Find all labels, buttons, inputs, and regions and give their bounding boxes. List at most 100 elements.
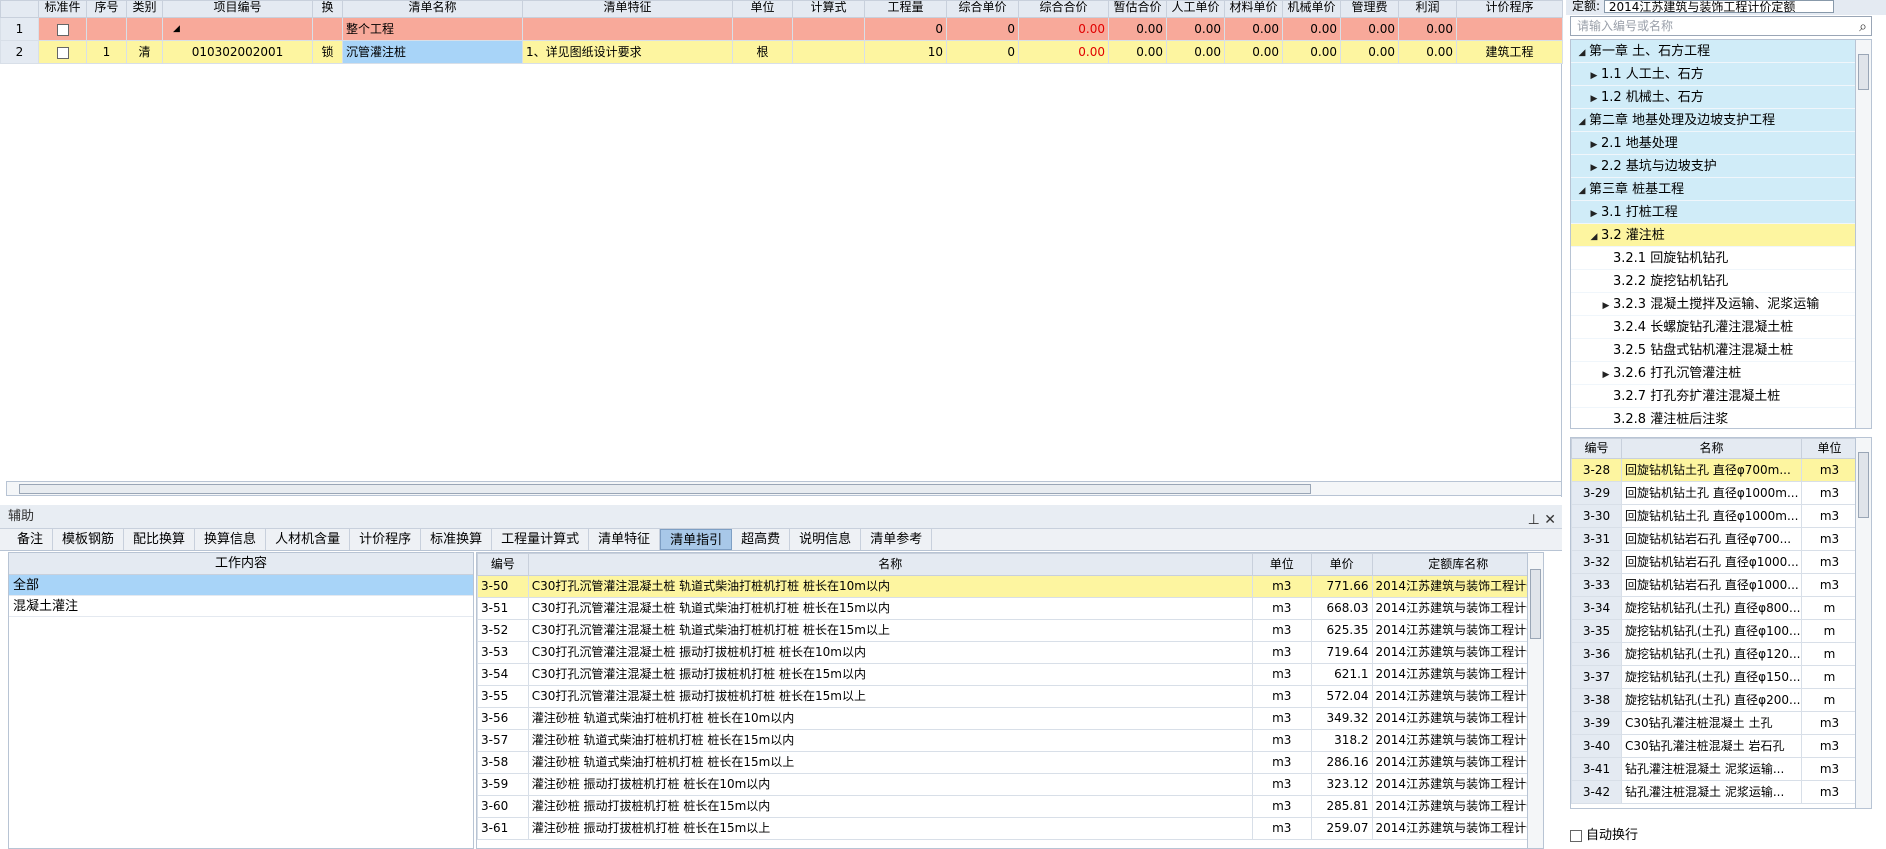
quota-col-header[interactable]: 编号	[1571, 438, 1622, 459]
aux-tab-9[interactable]: 清单指引	[660, 529, 733, 550]
guide-cell-unit[interactable]: m3	[1251, 773, 1312, 796]
tree-node[interactable]: ▶ 1.2 机械土、石方	[1571, 86, 1871, 109]
guide-col-header[interactable]: 编号	[477, 553, 529, 576]
col-header-1[interactable]: 标准件	[38, 0, 87, 18]
guide-row[interactable]: 3-52 C30打孔沉管灌注混凝土桩 轨道式柴油打桩机打桩 桩长在15m以上 m3 6…	[477, 619, 1543, 642]
cell-mgmt[interactable]: 0.00	[1340, 17, 1399, 41]
guide-cell-lib[interactable]: 2014江苏建筑与装饰工程计价...	[1371, 619, 1543, 642]
auto-wrap-checkbox[interactable]	[1570, 829, 1582, 842]
guide-cell-price[interactable]: 771.66	[1310, 575, 1373, 598]
expand-arrow-icon[interactable]: ▶	[1587, 203, 1601, 223]
quota-row[interactable]: 3-40 C30钻孔灌注桩混凝土 岩石孔 m3	[1571, 734, 1858, 758]
cell-qty[interactable]: 10	[864, 40, 947, 64]
collapse-arrow-icon[interactable]: ◢	[1575, 180, 1589, 200]
quota-row[interactable]: 3-29 回旋钻机钻土孔 直径φ1000m... m3	[1571, 481, 1858, 505]
tree-node[interactable]: ◢ 第三章 桩基工程	[1571, 178, 1871, 201]
guide-cell-code[interactable]: 3-59	[477, 773, 529, 796]
expand-arrow-icon[interactable]: ▶	[1587, 88, 1601, 108]
quota-name[interactable]: C30钻孔灌注桩混凝土 土孔	[1621, 711, 1802, 735]
quota-unit[interactable]: m3	[1801, 481, 1858, 505]
standard-part-checkbox[interactable]	[56, 46, 69, 59]
aux-tab-8[interactable]: 清单特征	[589, 529, 661, 550]
quota-row[interactable]: 3-34 旋挖钻机钻孔(土孔) 直径φ800... m	[1571, 596, 1858, 620]
search-icon[interactable]: ⌕	[1859, 18, 1867, 36]
cell-code[interactable]: 010302002001	[162, 40, 313, 64]
quota-name[interactable]: 旋挖钻机钻孔(土孔) 直径φ200...	[1621, 688, 1802, 712]
aux-tab-5[interactable]: 计价程序	[350, 529, 422, 550]
quota-list-scrollbar[interactable]	[1855, 438, 1871, 808]
col-header-9[interactable]: 计算式	[792, 0, 865, 18]
col-header-11[interactable]: 综合单价	[946, 0, 1019, 18]
collapse-arrow-icon[interactable]: ◢	[1587, 226, 1601, 246]
quota-code[interactable]: 3-28	[1571, 458, 1622, 482]
cell-feature[interactable]	[522, 17, 733, 41]
guide-col-header[interactable]: 定额库名称	[1371, 553, 1543, 576]
quota-row[interactable]: 3-35 旋挖钻机钻孔(土孔) 直径φ100... m	[1571, 619, 1858, 643]
tree-node[interactable]: ▶ 2.1 地基处理	[1571, 132, 1871, 155]
quota-row[interactable]: 3-36 旋挖钻机钻孔(土孔) 直径φ120... m	[1571, 642, 1858, 666]
quota-row[interactable]: 3-32 回旋钻机钻岩石孔 直径φ1000... m3	[1571, 550, 1858, 574]
quota-name[interactable]: 回旋钻机钻土孔 直径φ1000m...	[1621, 504, 1802, 528]
quota-row[interactable]: 3-31 回旋钻机钻岩石孔 直径φ700... m3	[1571, 527, 1858, 551]
guide-cell-lib[interactable]: 2014江苏建筑与装饰工程计价...	[1371, 795, 1543, 818]
scroll-thumb[interactable]	[1530, 569, 1541, 639]
guide-row[interactable]: 3-50 C30打孔沉管灌注混凝土桩 轨道式柴油打桩机打桩 桩长在10m以内 m3 7…	[477, 575, 1543, 598]
collapse-arrow-icon[interactable]: ◢	[1575, 42, 1589, 62]
quota-code[interactable]: 3-32	[1571, 550, 1622, 574]
guide-cell-price[interactable]: 625.35	[1310, 619, 1373, 642]
tree-node[interactable]: 3.2.8 灌注桩后注浆	[1571, 408, 1871, 428]
aux-tab-3[interactable]: 换算信息	[195, 529, 267, 550]
expand-arrow-icon[interactable]: ▶	[1587, 157, 1601, 177]
guide-col-header[interactable]: 名称	[527, 553, 1253, 576]
guide-cell-price[interactable]: 259.07	[1310, 817, 1373, 840]
quota-col-header[interactable]: 单位	[1801, 438, 1858, 459]
cell-profit[interactable]: 0.00	[1398, 17, 1457, 41]
guide-cell-lib[interactable]: 2014江苏建筑与装饰工程计价...	[1371, 597, 1543, 620]
guide-cell-price[interactable]: 318.2	[1310, 729, 1373, 752]
guide-cell-name[interactable]: C30打孔沉管灌注混凝土桩 轨道式柴油打桩机打桩 桩长在10m以内	[527, 575, 1253, 598]
tree-node[interactable]: 3.2.5 钻盘式钻机灌注混凝土桩	[1571, 339, 1871, 362]
col-header-18[interactable]: 利润	[1398, 0, 1457, 18]
col-header-6[interactable]: 清单名称	[342, 0, 523, 18]
quota-code[interactable]: 3-42	[1571, 780, 1622, 804]
cell-unit_price[interactable]: 0	[946, 17, 1019, 41]
guide-cell-name[interactable]: C30打孔沉管灌注混凝土桩 振动打拔桩机打桩 桩长在15m以内	[527, 663, 1253, 686]
cell-unit_price[interactable]: 0	[946, 40, 1019, 64]
guide-cell-name[interactable]: 灌注砂桩 轨道式柴油打桩机打桩 桩长在15m以内	[527, 729, 1253, 752]
aux-tab-11[interactable]: 说明信息	[790, 529, 862, 550]
quota-code[interactable]: 3-41	[1571, 757, 1622, 781]
quota-row[interactable]: 3-30 回旋钻机钻土孔 直径φ1000m... m3	[1571, 504, 1858, 528]
quota-name[interactable]: 回旋钻机钻土孔 直径φ1000m...	[1621, 481, 1802, 505]
quota-unit[interactable]: m3	[1801, 780, 1858, 804]
guide-cell-code[interactable]: 3-60	[477, 795, 529, 818]
col-header-3[interactable]: 类别	[126, 0, 163, 18]
cell-machine[interactable]: 0.00	[1282, 17, 1341, 41]
cell-formula[interactable]	[792, 40, 865, 64]
pin-close-icons[interactable]: ⊥ ✕	[1528, 508, 1556, 532]
cell-total[interactable]: 0.00	[1018, 17, 1109, 41]
guide-col-header[interactable]: 单价	[1310, 553, 1373, 576]
bill-row[interactable]: 2 1 清 010302002001 锁沉管灌注桩 1、详见图纸设计要求根 10 0 0.00 0…	[0, 40, 1563, 64]
quota-code[interactable]: 3-39	[1571, 711, 1622, 735]
guide-row[interactable]: 3-54 C30打孔沉管灌注混凝土桩 振动打拔桩机打桩 桩长在15m以内 m3 621…	[477, 663, 1543, 686]
col-header-5[interactable]: 换	[312, 0, 343, 18]
guide-cell-price[interactable]: 621.1	[1310, 663, 1373, 686]
quota-code[interactable]: 3-38	[1571, 688, 1622, 712]
standard-part-checkbox[interactable]	[56, 23, 69, 36]
guide-cell-code[interactable]: 3-52	[477, 619, 529, 642]
cell-program[interactable]: 建筑工程	[1456, 40, 1563, 64]
cell-unit[interactable]	[732, 17, 793, 41]
guide-cell-price[interactable]: 323.12	[1310, 773, 1373, 796]
guide-cell-price[interactable]: 668.03	[1310, 597, 1373, 620]
tree-node[interactable]: ▶ 2.2 基坑与边坡支护	[1571, 155, 1871, 178]
quota-code[interactable]: 3-40	[1571, 734, 1622, 758]
guide-cell-unit[interactable]: m3	[1251, 707, 1312, 730]
auto-wrap-toggle[interactable]: 自动换行	[1570, 827, 1638, 845]
cell-unit[interactable]: 根	[732, 40, 793, 64]
guide-cell-price[interactable]: 285.81	[1310, 795, 1373, 818]
guide-cell-price[interactable]: 719.64	[1310, 641, 1373, 664]
guide-cell-lib[interactable]: 2014江苏建筑与装饰工程计价...	[1371, 729, 1543, 752]
guide-cell-code[interactable]: 3-61	[477, 817, 529, 840]
aux-tab-6[interactable]: 标准换算	[421, 529, 493, 550]
guide-cell-unit[interactable]: m3	[1251, 751, 1312, 774]
